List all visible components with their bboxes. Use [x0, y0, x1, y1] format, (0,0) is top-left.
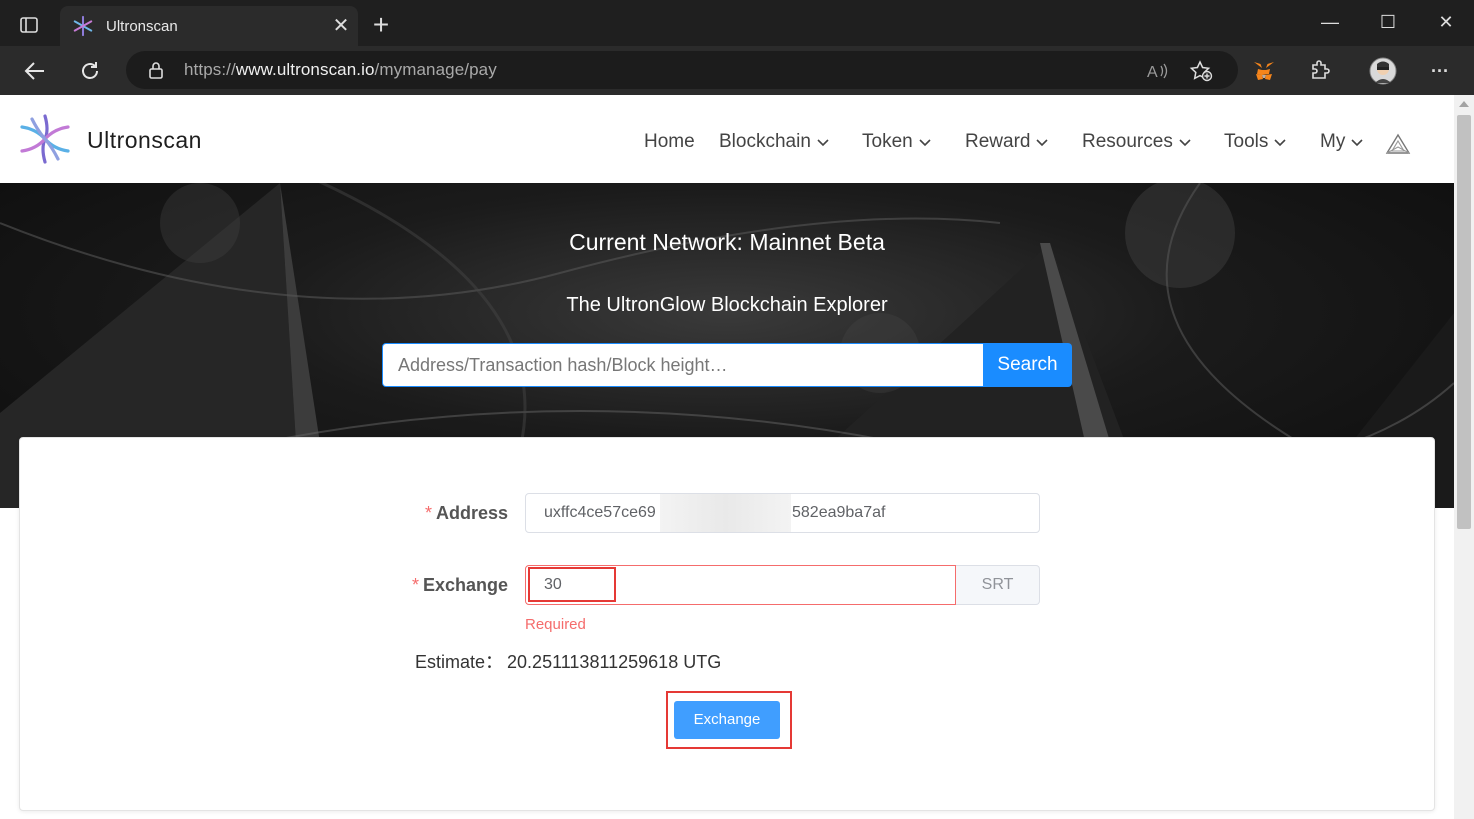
maximize-button[interactable]: ☐	[1360, 8, 1416, 36]
read-aloud-icon[interactable]: A	[1142, 56, 1172, 86]
site-header: Ultronscan Home Blockchain Token Reward …	[0, 95, 1454, 183]
nav-tools[interactable]: Tools	[1224, 131, 1286, 153]
explorer-subtitle: The UltronGlow Blockchain Explorer	[566, 294, 888, 316]
refresh-icon[interactable]	[72, 54, 108, 88]
brand-name[interactable]: Ultronscan	[87, 127, 202, 154]
close-window-button[interactable]: ✕	[1418, 8, 1474, 36]
new-tab-button[interactable]: +	[366, 10, 396, 40]
url-text: https://www.ultronscan.io/mymanage/pay	[184, 60, 497, 79]
search-input[interactable]: Address/Transaction hash/Block height…	[382, 343, 983, 387]
search-button[interactable]: Search	[983, 343, 1072, 387]
more-menu-icon[interactable]: ···	[1425, 56, 1455, 86]
exchange-label: * Exchange	[411, 575, 508, 595]
exchange-button[interactable]: Exchange	[674, 701, 780, 739]
nav-token[interactable]: Token	[862, 131, 931, 153]
browser-tab[interactable]: Ultronscan ✕	[60, 6, 358, 46]
highlight-box-amount	[528, 567, 616, 602]
profile-avatar[interactable]	[1368, 56, 1398, 86]
tab-close-icon[interactable]: ✕	[324, 16, 358, 36]
address-value-end: 582ea9ba7af	[792, 504, 886, 521]
network-triangle-icon[interactable]	[1385, 133, 1411, 155]
extensions-icon[interactable]	[1305, 56, 1335, 86]
address-value-start: uxffc4ce57ce69	[544, 504, 656, 521]
chevron-down-icon	[1274, 139, 1286, 147]
minimize-button[interactable]: —	[1302, 8, 1358, 36]
lock-icon[interactable]	[148, 61, 164, 79]
chevron-down-icon	[919, 139, 931, 147]
network-title: Current Network: Mainnet Beta	[569, 229, 885, 255]
nav-my[interactable]: My	[1320, 131, 1363, 153]
nav-blockchain[interactable]: Blockchain	[719, 131, 829, 153]
exchange-unit: SRT	[956, 565, 1040, 605]
chevron-down-icon	[1179, 139, 1191, 147]
chevron-down-icon	[1351, 139, 1363, 147]
back-arrow-icon[interactable]	[17, 54, 53, 88]
scrollbar-thumb[interactable]	[1457, 115, 1471, 529]
svg-text:A: A	[1147, 64, 1158, 80]
tab-actions-icon[interactable]	[14, 12, 44, 38]
error-message: Required	[525, 616, 586, 633]
ultronscan-logo[interactable]	[18, 113, 72, 165]
browser-tab-bar: Ultronscan ✕ + — ☐ ✕	[0, 0, 1474, 46]
browser-address-bar: https://www.ultronscan.io/mymanage/pay A…	[0, 46, 1474, 95]
scroll-up-arrow-icon[interactable]	[1459, 101, 1469, 107]
tab-title: Ultronscan	[106, 17, 178, 35]
nav-reward[interactable]: Reward	[965, 131, 1049, 153]
url-field[interactable]: https://www.ultronscan.io/mymanage/pay	[126, 51, 1238, 89]
address-label: * Address	[424, 503, 508, 523]
ultronscan-favicon-icon	[73, 15, 93, 37]
nav-resources[interactable]: Resources	[1082, 131, 1191, 153]
chevron-down-icon	[817, 139, 829, 147]
chevron-down-icon	[1036, 139, 1049, 147]
nav-home[interactable]: Home	[644, 131, 695, 153]
favorites-add-icon[interactable]	[1186, 56, 1216, 86]
address-redaction	[660, 494, 791, 532]
page-scrollbar[interactable]	[1454, 95, 1474, 819]
estimate-text: Estimate： 20.251113811259618 UTG	[415, 652, 722, 672]
metamask-extension-icon[interactable]	[1249, 56, 1279, 86]
